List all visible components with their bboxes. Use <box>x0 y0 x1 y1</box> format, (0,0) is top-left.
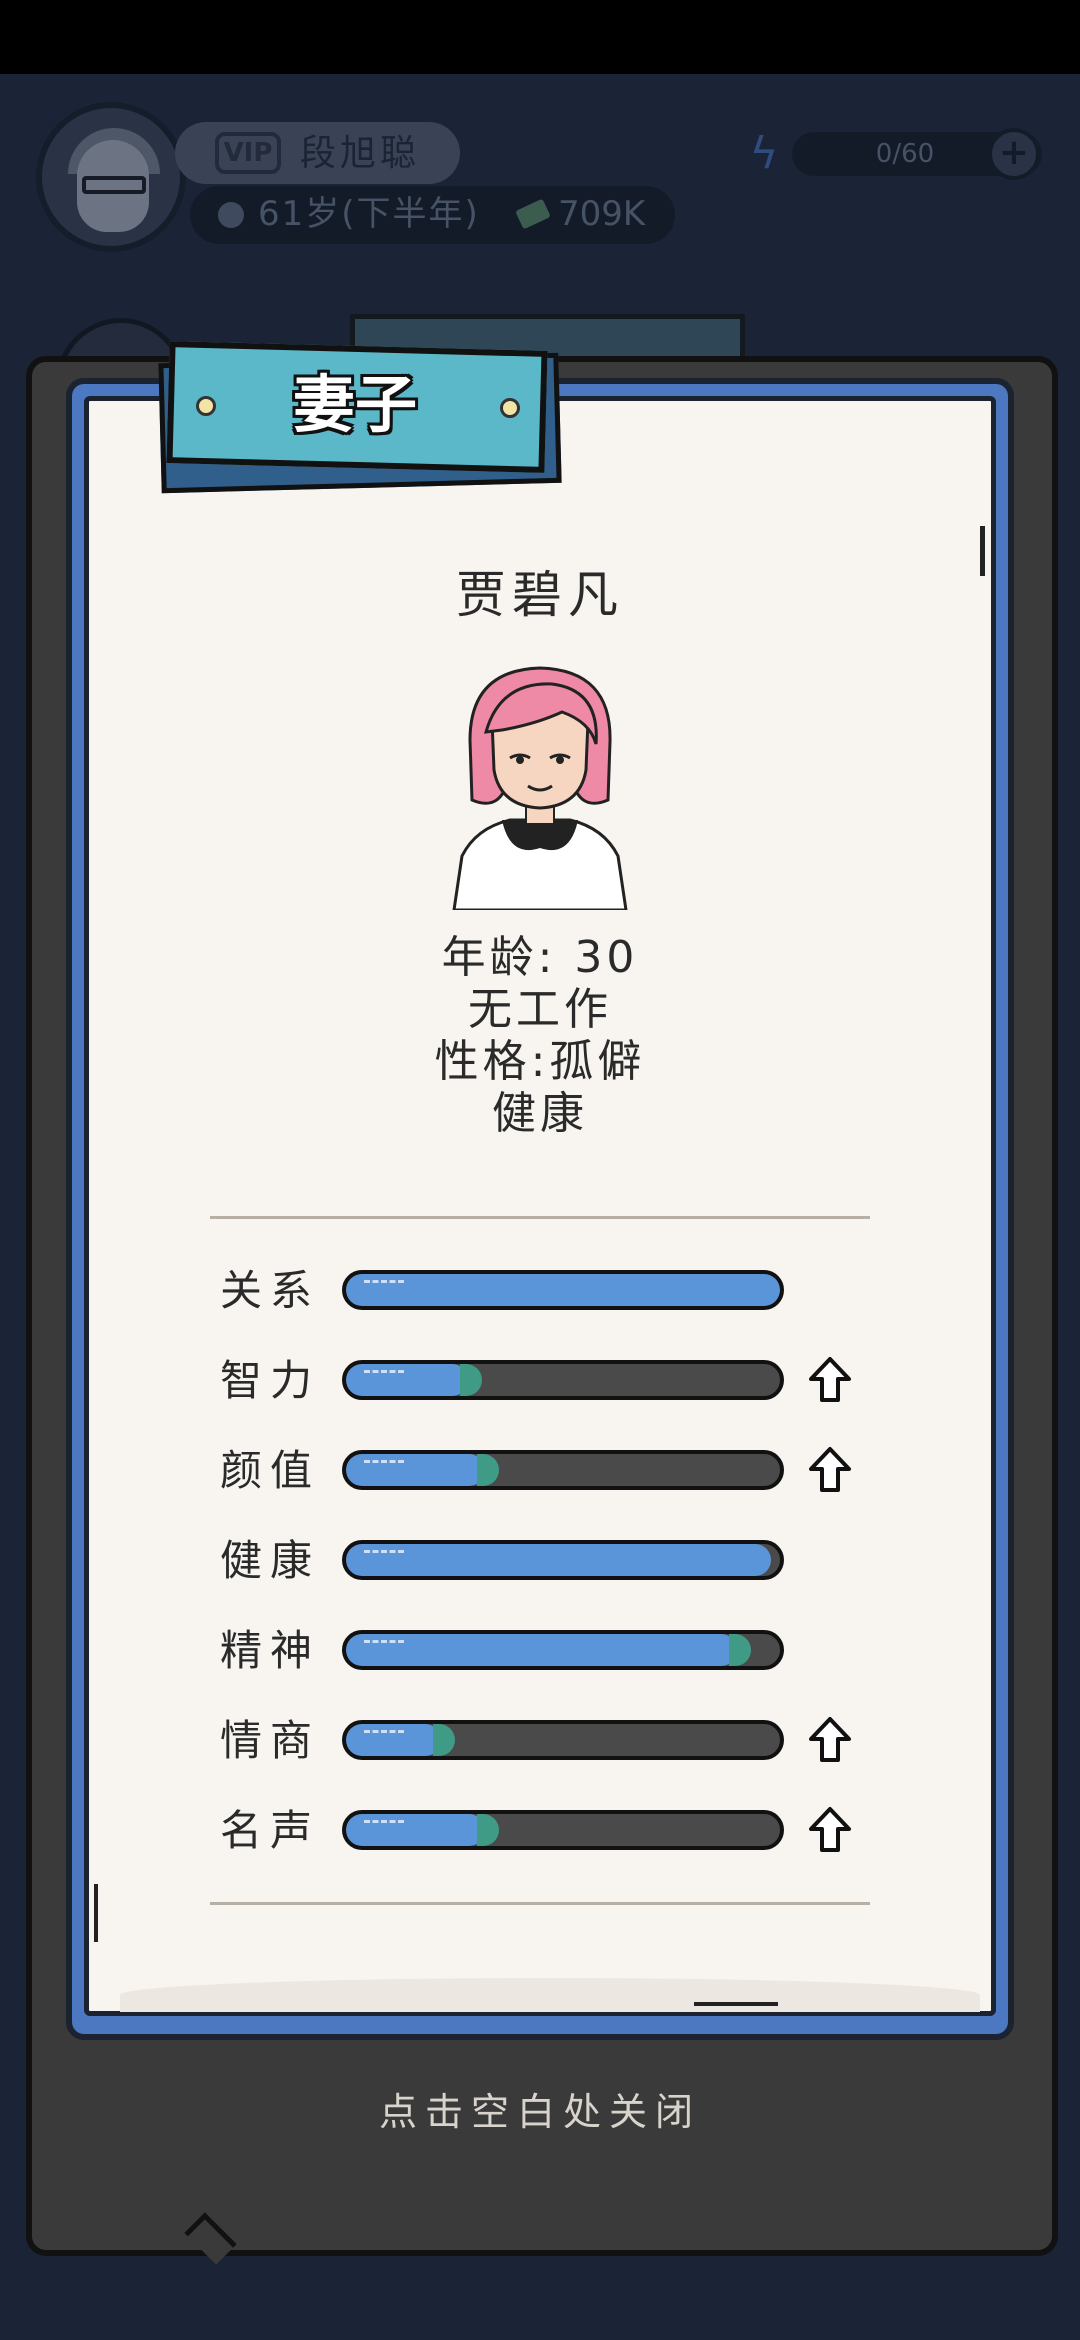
stat-label: 颜值 <box>220 1446 321 1495</box>
dialog-title: 妻子 <box>292 368 417 441</box>
spouse-portrait <box>452 666 628 910</box>
stat-bar-tip <box>477 1814 499 1846</box>
stat-bar-fill <box>346 1634 737 1666</box>
stat-bar <box>342 1720 784 1760</box>
player-avatar[interactable] <box>36 102 186 252</box>
paper-curl <box>120 1978 980 2012</box>
stat-label: 智力 <box>220 1356 321 1405</box>
stat-bar-tip <box>433 1724 455 1756</box>
add-energy-button[interactable]: + <box>988 128 1040 180</box>
dialog-paper <box>84 396 996 2016</box>
top-hud: VIP 段旭聪 61岁(下半年) 709K ϟ 0/60 + <box>0 74 1080 304</box>
upgrade-arrow-icon[interactable] <box>808 1716 852 1764</box>
stat-bar-shine <box>364 1550 404 1557</box>
pin-icon <box>500 398 520 418</box>
vip-badge[interactable]: VIP <box>215 132 281 174</box>
divider-bottom <box>210 1902 870 1905</box>
stat-bar <box>342 1810 784 1850</box>
stat-bar <box>342 1360 784 1400</box>
upgrade-arrow-icon[interactable] <box>808 1356 852 1404</box>
stat-bar-fill <box>346 1544 771 1576</box>
lightning-icon: ϟ <box>749 128 779 179</box>
player-cash: 709K <box>558 194 646 234</box>
player-age: 61岁(下半年) <box>258 194 480 234</box>
glasses-icon <box>82 176 146 194</box>
stat-bar <box>342 1270 784 1310</box>
stat-bar-tip <box>729 1634 751 1666</box>
stat-bar-fill <box>346 1454 485 1486</box>
spouse-health-status: 健康 <box>492 1088 588 1139</box>
close-hint[interactable]: 点击空白处关闭 <box>240 2082 840 2142</box>
stat-bar-tip <box>477 1454 499 1486</box>
spouse-job: 无工作 <box>468 984 612 1035</box>
stat-bar-fill <box>346 1274 780 1306</box>
stat-bar-shine <box>364 1730 404 1737</box>
divider-top <box>210 1216 870 1219</box>
status-bar <box>0 0 1080 74</box>
player-name: 段旭聪 <box>300 133 421 174</box>
energy-count: 0/60 <box>875 139 935 169</box>
stat-bar <box>342 1540 784 1580</box>
spouse-age: 年龄: 30 <box>441 932 639 983</box>
stat-bar-shine <box>364 1280 404 1287</box>
stat-bar-fill <box>346 1814 485 1846</box>
stat-label: 关系 <box>220 1266 321 1315</box>
stat-bar <box>342 1450 784 1490</box>
stat-bar-shine <box>364 1370 404 1377</box>
paper-mark-right <box>980 526 985 576</box>
upgrade-arrow-icon[interactable] <box>808 1806 852 1854</box>
stat-bar-shine <box>364 1820 404 1827</box>
upgrade-arrow-icon[interactable] <box>808 1446 852 1494</box>
stat-bar-shine <box>364 1640 404 1647</box>
stat-label: 情商 <box>220 1716 321 1765</box>
paper-mark-bottom <box>694 2002 778 2006</box>
stat-label: 健康 <box>220 1536 321 1585</box>
stat-bar <box>342 1630 784 1670</box>
age-icon <box>218 202 244 228</box>
paper-mark-left <box>94 1884 98 1942</box>
stat-label: 精神 <box>220 1626 321 1675</box>
stat-bar-fill <box>346 1364 468 1396</box>
stat-bar-shine <box>364 1460 404 1467</box>
stat-bar-fill <box>346 1724 441 1756</box>
stat-bar-tip <box>460 1364 482 1396</box>
pin-icon <box>196 396 216 416</box>
spouse-personality: 性格:孤僻 <box>434 1036 646 1087</box>
spouse-name: 贾碧凡 <box>456 566 624 624</box>
stat-label: 名声 <box>220 1806 321 1855</box>
